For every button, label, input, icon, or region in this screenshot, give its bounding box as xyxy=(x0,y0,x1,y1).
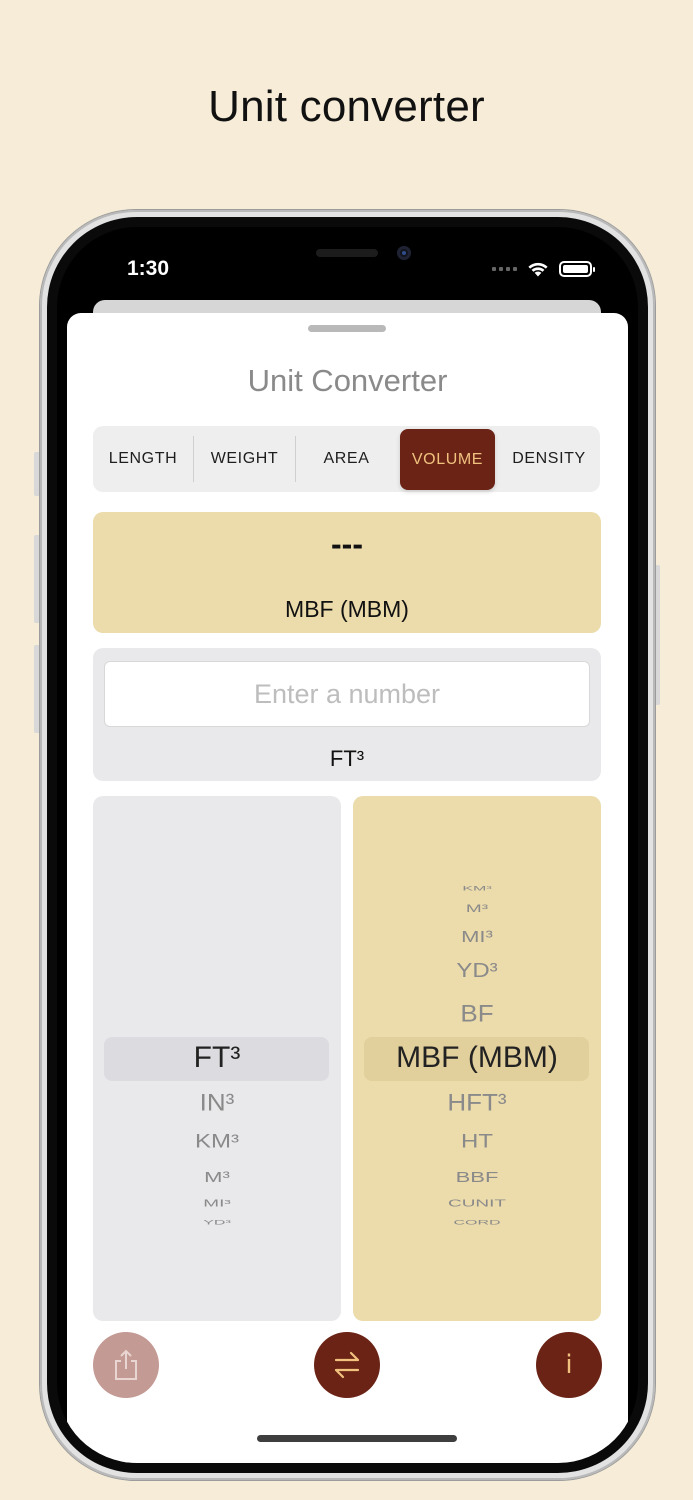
front-camera xyxy=(397,246,411,260)
status-indicators xyxy=(492,261,595,277)
page-caption: Unit converter xyxy=(208,82,485,131)
picker-item[interactable]: BBF xyxy=(353,1168,601,1186)
swap-units-button[interactable] xyxy=(314,1332,380,1398)
picker-item[interactable]: KM³ xyxy=(93,1131,341,1154)
picker-item[interactable]: M³ xyxy=(93,1168,341,1186)
picker-item[interactable]: CORD xyxy=(353,1220,601,1227)
picker-item[interactable]: MI³ xyxy=(93,1198,341,1209)
picker-item[interactable]: BF xyxy=(353,999,601,1028)
share-icon xyxy=(115,1349,137,1380)
picker-item[interactable]: CUNIT xyxy=(353,1198,601,1209)
tab-density[interactable]: DENSITY xyxy=(498,426,600,492)
cellular-signal-icon xyxy=(492,267,517,271)
battery-icon xyxy=(559,261,595,277)
result-card: --- MBF (MBM) xyxy=(93,512,601,633)
picker-item[interactable]: HFT³ xyxy=(353,1088,601,1117)
picker-item[interactable]: IN³ xyxy=(93,1088,341,1117)
tab-weight[interactable]: WEIGHT xyxy=(194,426,295,492)
result-unit: MBF (MBM) xyxy=(285,596,409,622)
picker-item[interactable]: MI³ xyxy=(353,928,601,947)
swap-arrows-icon xyxy=(334,1351,360,1379)
tab-length[interactable]: LENGTH xyxy=(93,426,193,492)
result-value: --- xyxy=(331,526,363,562)
phone-screen: 1:30 Unit Converter LENGTH WEIGHT AREA V… xyxy=(57,227,638,1463)
to-unit-picker[interactable]: KM³ M³ MI³ YD³ BF MBF (MBM) HFT³ HT BBF … xyxy=(353,796,601,1321)
status-time: 1:30 xyxy=(127,257,170,280)
picker-item[interactable]: HT xyxy=(353,1131,601,1154)
picker-item[interactable]: YD³ xyxy=(93,1220,341,1227)
wifi-icon xyxy=(528,262,548,277)
input-unit: FT³ xyxy=(329,746,365,771)
sheet-grabber[interactable] xyxy=(308,325,386,332)
tab-volume[interactable]: VOLUME xyxy=(400,429,495,490)
picker-item[interactable]: M³ xyxy=(353,903,601,916)
sheet-title: Unit Converter xyxy=(247,363,448,398)
home-indicator xyxy=(257,1435,457,1442)
input-card: FT³ xyxy=(93,648,601,781)
converter-sheet: Unit Converter LENGTH WEIGHT AREA VOLUME… xyxy=(67,313,628,1463)
picker-item[interactable]: KM³ xyxy=(353,885,601,893)
info-button[interactable]: i xyxy=(536,1332,602,1398)
picker-item[interactable]: YD³ xyxy=(353,959,601,983)
category-tabs: LENGTH WEIGHT AREA VOLUME DENSITY xyxy=(93,426,600,492)
picker-item-selected[interactable]: MBF (MBM) xyxy=(353,1041,601,1075)
share-button[interactable] xyxy=(93,1332,159,1398)
from-unit-picker[interactable]: FT³ IN³ KM³ M³ MI³ YD³ xyxy=(93,796,341,1321)
picker-item-selected[interactable]: FT³ xyxy=(93,1041,341,1075)
info-icon: i xyxy=(565,1350,573,1380)
tab-area[interactable]: AREA xyxy=(296,426,397,492)
number-input[interactable] xyxy=(104,661,590,727)
earpiece-speaker xyxy=(316,249,378,257)
